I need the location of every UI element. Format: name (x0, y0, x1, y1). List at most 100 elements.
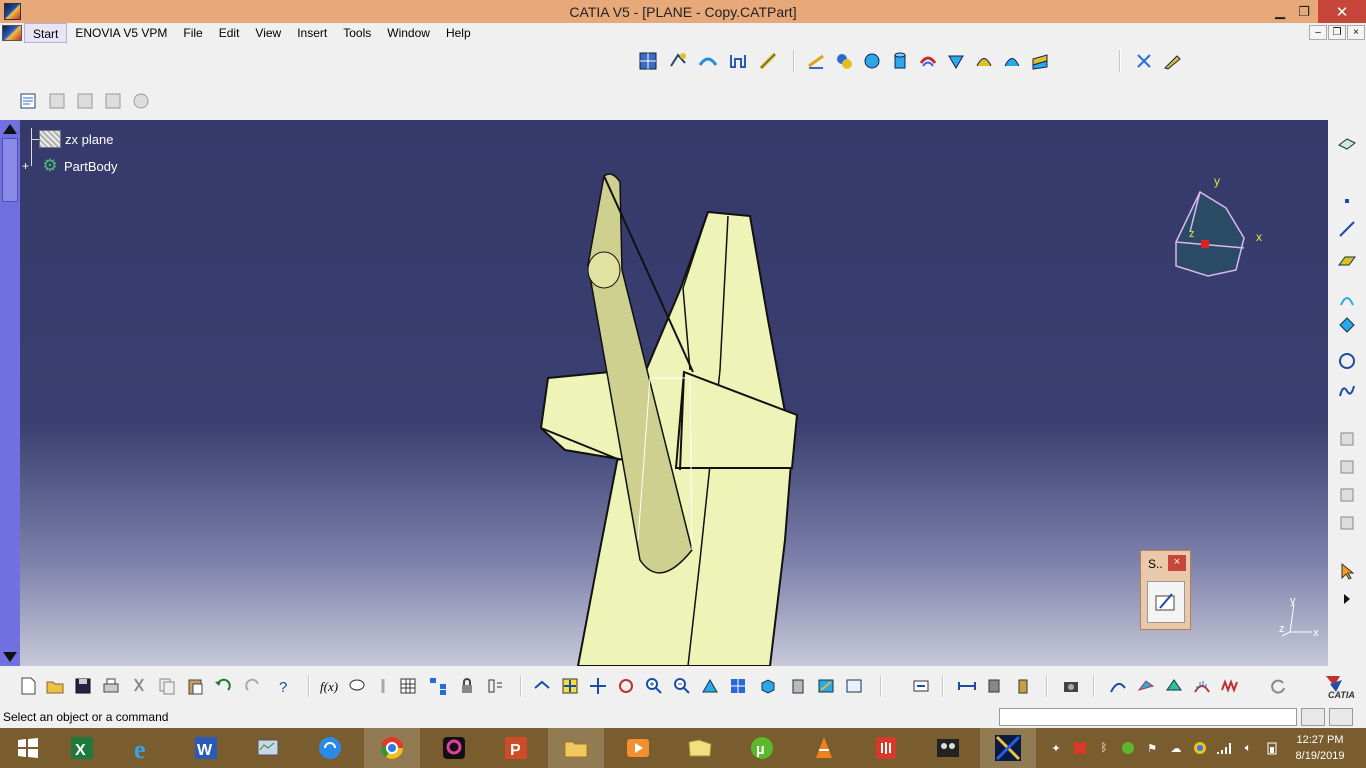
tree-scrollbar[interactable] (0, 120, 20, 666)
doc-minimize-button[interactable]: – (1309, 25, 1327, 40)
document-icon[interactable] (2, 25, 22, 41)
menu-window[interactable]: Window (379, 23, 438, 43)
whats-this-icon[interactable]: ? (272, 675, 294, 697)
cylinder-icon[interactable] (889, 50, 911, 72)
catia-icon[interactable] (980, 728, 1036, 768)
sketch-button[interactable] (1147, 581, 1185, 623)
tree-item-partbody[interactable]: + ⚙ PartBody (22, 156, 117, 176)
extract-icon[interactable] (1029, 50, 1051, 72)
measure-item-icon[interactable] (984, 675, 1006, 697)
command-clear-button[interactable] (1329, 708, 1353, 726)
analysis-icon[interactable] (1107, 675, 1129, 697)
doc-close-button[interactable]: × (1347, 25, 1365, 40)
fit-all-icon[interactable] (559, 675, 581, 697)
system-clock[interactable]: 12:27 PM 8/19/2019 (1290, 732, 1350, 764)
expand-icon[interactable]: + (22, 159, 34, 173)
revolve-icon[interactable] (667, 50, 689, 72)
utorrent-icon[interactable]: µ (734, 728, 790, 768)
draft-analysis-icon[interactable] (1135, 675, 1157, 697)
new-file-icon[interactable] (17, 675, 39, 697)
scroll-up-icon[interactable] (3, 124, 17, 134)
doc-restore-button[interactable]: ❐ (1328, 25, 1346, 40)
more-arrow-icon[interactable] (1336, 588, 1358, 610)
comment-icon[interactable] (346, 675, 368, 697)
tree-item-zx-plane[interactable]: zx plane (39, 130, 113, 148)
save-icon[interactable] (72, 675, 94, 697)
bluetooth-icon[interactable]: ᛒ (1096, 740, 1112, 756)
3d-viewport[interactable]: y x z y x z (0, 120, 1328, 667)
battery-icon[interactable] (1264, 740, 1280, 756)
sphere-icon[interactable] (861, 50, 883, 72)
file-explorer-icon[interactable] (548, 728, 604, 768)
tray-utorrent-icon[interactable] (1120, 740, 1136, 756)
transform-icon[interactable] (1133, 50, 1155, 72)
volume-icon[interactable]: 🔈︎ (1240, 740, 1256, 756)
zoom-in-icon[interactable] (643, 675, 665, 697)
compass[interactable]: y x z (1175, 174, 1262, 277)
tree-structure-icon[interactable] (427, 675, 449, 697)
command-history-button[interactable] (1301, 708, 1325, 726)
picsart-icon[interactable] (426, 728, 482, 768)
copy-icon[interactable] (156, 675, 178, 697)
knowledge-icon[interactable] (372, 675, 394, 697)
fly-mode-icon[interactable] (531, 675, 553, 697)
tray-sparkle-icon[interactable]: ✦ (1048, 740, 1064, 756)
catia-app-icon[interactable] (4, 3, 21, 20)
multi-view-icon[interactable] (727, 675, 749, 697)
menu-enovia[interactable]: ENOVIA V5 VPM (67, 23, 175, 43)
curvature-icon[interactable] (1163, 675, 1185, 697)
hide-show-icon[interactable] (815, 675, 837, 697)
powerpoint-icon[interactable]: P (488, 728, 544, 768)
sync-icon[interactable] (302, 728, 358, 768)
zoom-out-icon[interactable] (671, 675, 693, 697)
measure-icon[interactable] (956, 675, 978, 697)
point-icon[interactable] (805, 50, 827, 72)
line-tool-icon[interactable] (1336, 218, 1358, 240)
lock-icon[interactable] (456, 675, 478, 697)
measure-inertia-icon[interactable] (1012, 675, 1034, 697)
cloud-icon[interactable]: ☁ (1168, 740, 1184, 756)
tray-antivirus-icon[interactable] (1072, 740, 1088, 756)
rotate-icon[interactable] (615, 675, 637, 697)
circle-tool-icon[interactable] (1336, 350, 1358, 372)
spline-tool-icon[interactable] (1336, 380, 1358, 402)
close-button[interactable]: ✕ (1318, 0, 1366, 23)
tray-chrome-icon[interactable] (1192, 740, 1208, 756)
hierarchy-icon[interactable] (484, 675, 506, 697)
edit-icon[interactable] (1161, 50, 1183, 72)
tools-disabled-icon[interactable] (102, 90, 124, 112)
tray-flag-icon[interactable]: ⚑ (1144, 740, 1160, 756)
command-input[interactable] (999, 708, 1297, 726)
video-player-icon[interactable] (610, 728, 666, 768)
cut-icon[interactable] (128, 675, 150, 697)
menu-file[interactable]: File (175, 23, 210, 43)
open-folder-icon[interactable] (44, 675, 66, 697)
menu-help[interactable]: Help (438, 23, 479, 43)
iso-view-icon[interactable] (757, 675, 779, 697)
pattern-icon[interactable] (1336, 512, 1358, 534)
pattern-icon[interactable] (1336, 428, 1358, 450)
vlc-icon[interactable] (796, 728, 852, 768)
porcupine-icon[interactable] (1191, 675, 1213, 697)
join-icon[interactable] (973, 50, 995, 72)
pan-icon[interactable] (587, 675, 609, 697)
redo-icon[interactable] (242, 675, 264, 697)
pdf-icon[interactable] (858, 728, 914, 768)
curve-analysis-icon[interactable] (1219, 675, 1241, 697)
tools-disabled-icon[interactable] (130, 90, 152, 112)
camera-icon[interactable] (1060, 675, 1082, 697)
healing-icon[interactable] (1001, 50, 1023, 72)
menu-insert[interactable]: Insert (289, 23, 335, 43)
point-tool-icon[interactable] (1336, 190, 1358, 212)
undo-icon[interactable] (212, 675, 234, 697)
maximize-button[interactable]: ❐ (1289, 0, 1319, 23)
refresh-icon[interactable] (1267, 675, 1289, 697)
blend-icon[interactable] (757, 50, 779, 72)
projection-icon[interactable] (1336, 288, 1358, 310)
multi-output-icon[interactable] (833, 50, 855, 72)
normal-view-icon[interactable] (699, 675, 721, 697)
tools-disabled-icon[interactable] (46, 90, 68, 112)
menu-edit[interactable]: Edit (211, 23, 248, 43)
offset-icon[interactable] (917, 50, 939, 72)
intersection-icon[interactable] (1336, 314, 1358, 336)
